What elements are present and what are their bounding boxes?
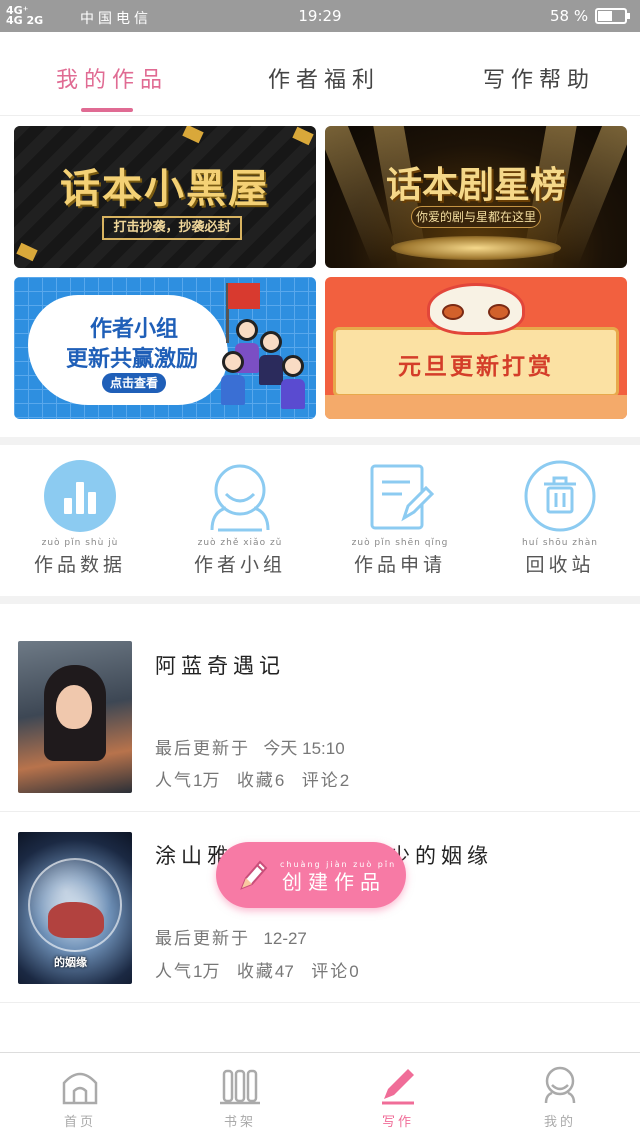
favorites-label: 收藏 — [236, 771, 275, 791]
character-head — [282, 355, 304, 377]
clock: 19:29 — [298, 7, 342, 25]
popularity-label: 人气 — [155, 771, 193, 791]
tab-writing-help[interactable]: 写作帮助 — [483, 62, 595, 94]
nav-label: 写作 — [381, 1115, 414, 1130]
work-title[interactable]: 阿蓝奇遇记 — [155, 650, 285, 680]
banner-subtitle: 你爱的剧与星都在这里 — [411, 206, 541, 228]
character-head — [260, 331, 282, 353]
banner-view-button[interactable]: 点击查看 — [102, 373, 166, 393]
nav-mine[interactable]: 我的 — [520, 1065, 600, 1130]
banner-author-group[interactable]: 作者小组 更新共赢激励 点击查看 — [14, 277, 316, 419]
tab-my-works[interactable]: 我的作品 — [56, 62, 168, 94]
banner-blackroom[interactable]: 话本小黑屋 打击抄袭，抄袭必封 — [14, 126, 316, 268]
comments-label: 评论 — [311, 962, 350, 982]
updated-label: 最后更新于 — [155, 929, 250, 949]
func-label: 作品申请 — [353, 554, 446, 576]
work-updated: 最后更新于 今天 15:10 — [155, 734, 345, 759]
home-icon — [60, 1065, 100, 1105]
active-tab-indicator — [81, 108, 133, 112]
work-updated: 最后更新于 12-27 — [155, 924, 307, 949]
bottom-nav: 首页 书架 写作 我的 — [0, 1052, 640, 1138]
favorites-value: 6 — [274, 771, 285, 790]
fab-label: 创建作品 — [282, 870, 386, 894]
banner-new-year-reward[interactable]: 元旦更新打赏 — [325, 277, 627, 419]
banner-title: 话本剧星榜 — [385, 165, 566, 206]
bar-chart-icon — [44, 460, 116, 532]
group-icon — [204, 460, 276, 532]
updated-label: 最后更新于 — [155, 739, 250, 759]
updated-value: 今天 15:10 — [263, 739, 345, 758]
comments-label: 评论 — [301, 771, 340, 791]
func-pinyin: zuò zhě xiǎo zǔ — [197, 538, 283, 548]
func-work-data[interactable]: zuò pǐn shù jù 作品数据 — [25, 460, 135, 577]
character-body — [281, 379, 305, 409]
func-label: 作品数据 — [33, 554, 126, 576]
popularity-value: 1万 — [193, 962, 220, 981]
comments-value: 2 — [339, 771, 350, 790]
comments-value: 0 — [349, 962, 359, 981]
cover-face — [56, 685, 92, 729]
banner-bottom-decoration — [325, 395, 627, 419]
work-cover[interactable] — [18, 641, 132, 793]
create-work-button[interactable]: chuàng jiàn zuò pǐn 创建作品 — [216, 842, 406, 908]
profile-icon — [540, 1065, 580, 1105]
trash-icon — [524, 460, 596, 532]
edit-document-icon — [364, 460, 436, 532]
section-divider — [0, 596, 640, 604]
banner-title-line2: 更新共赢激励 — [66, 347, 199, 372]
battery-icon — [595, 8, 630, 24]
character-body — [221, 375, 245, 405]
func-label: 作者小组 — [193, 554, 286, 576]
tab-author-benefits[interactable]: 作者福利 — [268, 62, 380, 94]
top-tabs: 我的作品 作者福利 写作帮助 — [0, 32, 640, 116]
func-author-group[interactable]: zuò zhě xiǎo zǔ 作者小组 — [185, 460, 295, 577]
section-divider — [0, 437, 640, 445]
favorites-label: 收藏 — [236, 962, 275, 982]
lion-eye — [442, 304, 464, 320]
banner-title: 话本小黑屋 — [60, 166, 270, 212]
cover-figure — [48, 902, 104, 938]
lion-eye — [488, 304, 510, 320]
banner-subtitle: 打击抄袭，抄袭必封 — [102, 216, 242, 240]
nav-label: 书架 — [223, 1115, 256, 1130]
battery-fill — [598, 11, 612, 21]
banner-star-ranking[interactable]: 话本剧星榜 你爱的剧与星都在这里 — [325, 126, 627, 268]
func-pinyin: zuò pǐn shēn qǐng — [351, 538, 449, 548]
popularity-value: 1万 — [193, 771, 220, 790]
work-stats: 人气1万 收藏6 评论2 — [155, 766, 349, 791]
func-label: 回收站 — [525, 554, 595, 576]
work-cover[interactable]: 的姻缘 — [18, 832, 132, 984]
nav-label: 我的 — [543, 1115, 576, 1130]
lion-dance-icon — [427, 283, 525, 335]
func-work-apply[interactable]: zuò pǐn shēn qǐng 作品申请 — [345, 460, 455, 577]
banner-title: 元旦更新打赏 — [398, 354, 554, 380]
popularity-label: 人气 — [155, 962, 193, 982]
func-pinyin: zuò pǐn shù jù — [41, 538, 119, 548]
character-head — [222, 351, 244, 373]
work-stats: 人气1万 收藏47 评论0 — [155, 957, 359, 982]
character-head — [236, 319, 258, 341]
func-recycle-bin[interactable]: huí shōu zhàn 回收站 — [505, 460, 615, 577]
func-pinyin: huí shōu zhàn — [522, 538, 598, 548]
character-body — [259, 355, 283, 385]
status-bar: 4G⁺ 4G 2G 中国电信 19:29 58 % — [0, 0, 640, 32]
nav-home[interactable]: 首页 — [40, 1065, 120, 1130]
battery-percent: 58 % — [550, 7, 589, 25]
banner-title-line1: 作者小组 — [90, 317, 179, 342]
flag-icon — [228, 283, 260, 309]
nav-bookshelf[interactable]: 书架 — [200, 1065, 280, 1130]
cover-text: 的姻缘 — [54, 956, 87, 969]
bookshelf-icon — [220, 1065, 260, 1105]
nav-write[interactable]: 写作 — [358, 1065, 438, 1130]
stage-podium — [391, 236, 561, 260]
favorites-value: 47 — [274, 962, 294, 981]
updated-value: 12-27 — [263, 929, 307, 948]
pen-icon — [378, 1065, 418, 1105]
pencil-icon — [238, 858, 268, 892]
nav-label: 首页 — [63, 1115, 96, 1130]
